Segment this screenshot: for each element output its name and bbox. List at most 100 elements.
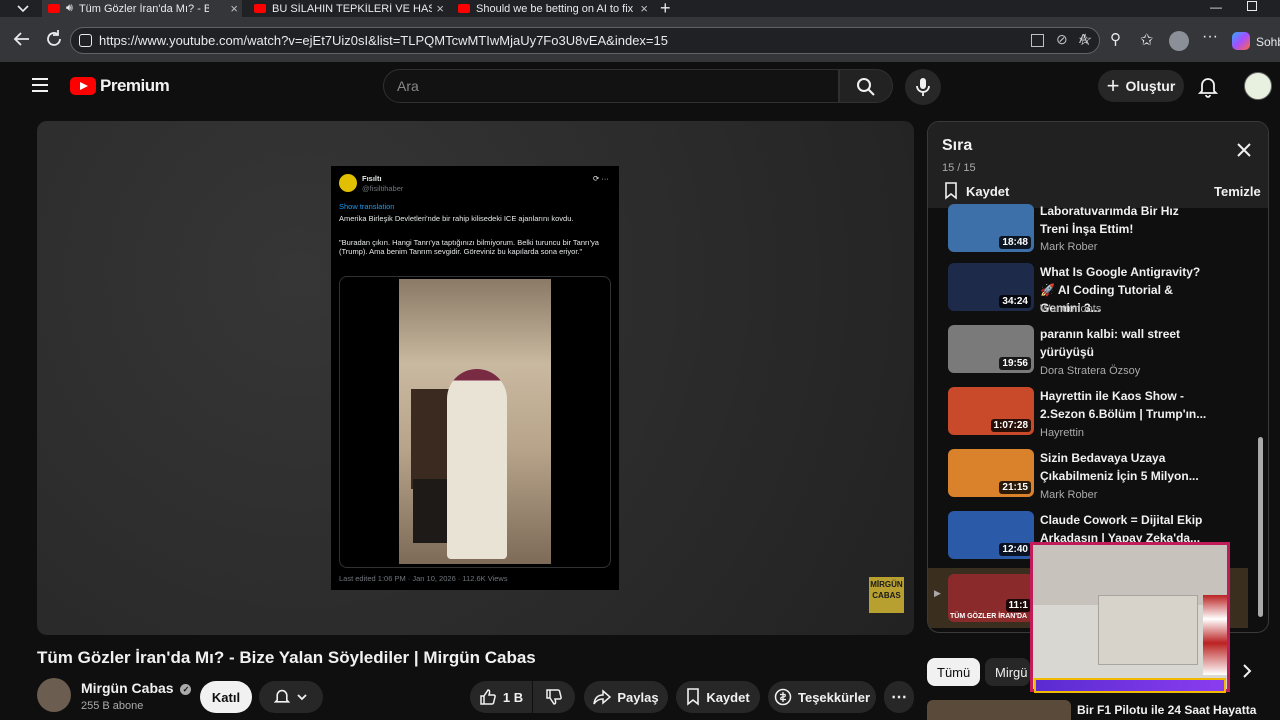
search-placeholder: Ara xyxy=(397,78,419,94)
join-label: Katıl xyxy=(211,689,241,705)
duration-badge: 1:07:28 xyxy=(990,419,1031,432)
subscribed-notifications-button[interactable] xyxy=(259,681,323,713)
related-video-title[interactable]: Bir F1 Pilotu ile 24 Saat Hayatta xyxy=(1077,703,1256,717)
video-thumbnail[interactable]: 19:56 xyxy=(948,325,1034,373)
microphone-icon xyxy=(916,78,930,96)
playlist-clear-button[interactable]: Temizle xyxy=(1214,184,1261,199)
video-thumbnail[interactable]: 21:15 xyxy=(948,449,1034,497)
channel-watermark: MİRGÜN CABAS xyxy=(869,577,904,613)
channel-avatar[interactable] xyxy=(37,678,71,712)
playlist-scrollbar[interactable] xyxy=(1258,437,1263,617)
playlist-save-label: Kaydet xyxy=(966,183,1010,199)
speaker-icon[interactable]: 🔊︎ xyxy=(66,2,73,15)
create-button[interactable]: + Oluştur xyxy=(1098,70,1184,102)
now-playing-icon: ▶ xyxy=(934,588,941,598)
webcam-overlay xyxy=(1030,542,1230,692)
browser-tab-strip: 🔊︎ Tüm Gözler İran'da Mı? - Bize Yalan S… xyxy=(0,0,1280,17)
copilot-label[interactable]: Sohb xyxy=(1256,35,1280,49)
thumbnail-caption: TÜM GÖZLER İRAN'DA xyxy=(950,613,1028,620)
duration-badge: 18:48 xyxy=(999,236,1031,249)
related-video-thumbnail[interactable] xyxy=(927,700,1071,720)
playlist-item-channel: Mark Rober xyxy=(1040,489,1098,501)
join-button[interactable]: Katıl xyxy=(200,681,252,713)
more-actions-button[interactable]: ⋯ xyxy=(884,681,914,713)
voice-search-button[interactable] xyxy=(905,69,941,105)
tweet-avatar xyxy=(339,174,357,192)
webcam-scene-flag xyxy=(1203,595,1227,675)
tab-current-video[interactable]: 🔊︎ Tüm Gözler İran'da Mı? - Bize Yalan S… xyxy=(42,0,242,17)
playlist-save-button[interactable]: Kaydet xyxy=(944,182,1009,200)
webcam-frame-bar xyxy=(1034,678,1226,693)
chip-all[interactable]: Tümü xyxy=(927,658,981,686)
search-input[interactable]: Ara xyxy=(383,69,839,103)
restore-icon[interactable] xyxy=(1247,1,1257,11)
tab-close-icon[interactable]: × xyxy=(436,1,444,16)
address-bar[interactable]: https://www.youtube.com/watch?v=ejEt7Uiz… xyxy=(70,27,1100,54)
playlist-item[interactable]: 1:07:28 Hayrettin ile Kaos Show - 2.Sezo… xyxy=(928,387,1248,447)
bell-icon xyxy=(274,689,290,703)
guide-menu-icon[interactable] xyxy=(31,77,49,93)
favorite-star-icon[interactable]: ☆ xyxy=(1078,30,1092,50)
playlist-item-title[interactable]: Laboratuvarımda Bir Hız Treni İnşa Ettim… xyxy=(1040,202,1210,238)
tab-close-icon[interactable]: × xyxy=(230,1,238,16)
profile-avatar[interactable] xyxy=(1169,31,1189,51)
save-label: Kaydet xyxy=(706,689,750,705)
copilot-icon[interactable] xyxy=(1232,32,1250,50)
dislike-button[interactable] xyxy=(533,681,575,713)
playlist-item[interactable]: 21:15 Sizin Bedavaya Uzaya Çıkabilmeniz … xyxy=(928,449,1248,509)
playlist-item[interactable]: 19:56 paranın kalbi: wall street yürüyüş… xyxy=(928,325,1248,385)
video-thumbnail[interactable]: TÜM GÖZLER İRAN'DA 11:1 xyxy=(948,574,1034,622)
app-install-icon[interactable] xyxy=(1031,34,1044,47)
playlist-item-title[interactable]: Sizin Bedavaya Uzaya Çıkabilmeniz İçin 5… xyxy=(1040,449,1210,485)
channel-name-text[interactable]: Mirgün Cabas xyxy=(81,680,174,696)
browser-toolbar: https://www.youtube.com/watch?v=ejEt7Uiz… xyxy=(0,17,1280,62)
reload-icon[interactable] xyxy=(42,27,66,51)
logo-text: Premium xyxy=(100,76,170,95)
youtube-favicon-icon xyxy=(458,4,470,13)
notifications-bell-icon[interactable] xyxy=(1198,76,1218,98)
playlist-position: 15 / 15 xyxy=(942,162,976,174)
playlist-item[interactable]: 34:24 What Is Google Antigravity? 🚀 AI C… xyxy=(928,263,1248,323)
search-button[interactable] xyxy=(839,69,893,103)
youtube-header: Premium Ara + Oluştur xyxy=(0,62,1280,114)
favorites-icon[interactable]: ✩ xyxy=(1140,30,1153,50)
video-thumbnail[interactable]: 1:07:28 xyxy=(948,387,1034,435)
tab-title: Should we be betting on AI to fix xyxy=(476,2,634,15)
video-player[interactable]: Fısıltı @fisiltihaber ⟳ ··· Show transla… xyxy=(37,121,914,635)
site-info-icon[interactable] xyxy=(79,34,92,47)
close-icon[interactable] xyxy=(1236,142,1252,158)
playlist-item-channel: Dora Stratera Özsoy xyxy=(1040,365,1141,377)
bookmark-icon xyxy=(687,688,700,706)
video-thumbnail[interactable]: 12:40 xyxy=(948,511,1034,559)
thumbs-up-icon xyxy=(480,689,496,705)
url-text[interactable]: https://www.youtube.com/watch?v=ejEt7Uiz… xyxy=(99,33,668,48)
more-menu-icon[interactable]: ··· xyxy=(1202,28,1218,46)
back-icon[interactable] xyxy=(10,27,34,51)
video-thumbnail[interactable]: 18:48 xyxy=(948,204,1034,252)
chevron-right-icon[interactable] xyxy=(1240,662,1254,680)
tab-third[interactable]: Should we be betting on AI to fix × xyxy=(452,0,652,17)
playlist-item-title[interactable]: Hayrettin ile Kaos Show - 2.Sezon 6.Bölü… xyxy=(1040,387,1210,423)
extensions-icon[interactable]: ⚲ xyxy=(1110,30,1121,48)
thanks-button[interactable]: Teşekkürler xyxy=(768,681,876,713)
like-button[interactable]: 1 B xyxy=(470,681,532,713)
tab-second[interactable]: BU SİLAHIN TEPKİLERİ VE HASARI × xyxy=(248,0,448,17)
playlist-item-channel: Hayrettin xyxy=(1040,427,1085,439)
channel-name[interactable]: Mirgün Cabas ✓ xyxy=(81,680,192,696)
tweet-more-icon: ⟳ ··· xyxy=(593,174,609,183)
youtube-logo[interactable]: Premium xyxy=(70,76,170,96)
save-button[interactable]: Kaydet xyxy=(676,681,760,713)
tab-title: BU SİLAHIN TEPKİLERİ VE HASARI xyxy=(272,2,432,15)
tab-close-icon[interactable]: × xyxy=(640,1,648,16)
minimize-icon[interactable]: — xyxy=(1210,0,1222,14)
thumbs-down-icon xyxy=(546,689,562,705)
chip-channel[interactable]: Mirgü xyxy=(985,658,1030,686)
new-tab-icon[interactable]: + xyxy=(660,0,671,17)
video-thumbnail[interactable]: 34:24 xyxy=(948,263,1034,311)
tracking-prevention-icon[interactable]: ⊘ xyxy=(1056,31,1068,48)
playlist-item-title[interactable]: paranın kalbi: wall street yürüyüşü xyxy=(1040,325,1210,361)
share-button[interactable]: Paylaş xyxy=(584,681,668,713)
tab-list-dropdown-icon[interactable] xyxy=(14,2,32,16)
playlist-item[interactable]: 18:48 Laboratuvarımda Bir Hız Treni İnşa… xyxy=(928,204,1248,264)
account-avatar[interactable] xyxy=(1244,72,1272,100)
